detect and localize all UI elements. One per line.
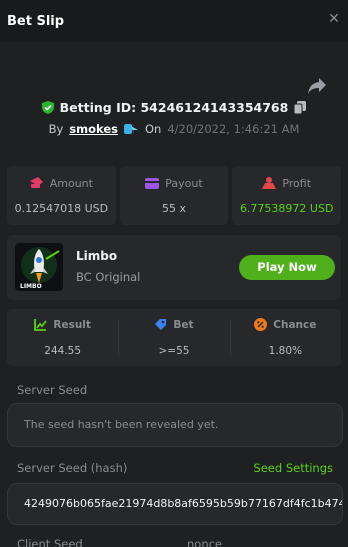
by-label: By [48,122,64,136]
detail-label: Chance [273,318,317,331]
user-badge-icon [124,124,138,134]
server-seed-label: Server Seed [17,383,88,397]
detail-value: 244.55 [44,345,82,357]
stat-amount: Amount 0.12547018 USD [7,166,116,225]
rocket-icon: LIMBO [20,247,60,290]
share-icon[interactable] [307,77,327,95]
detail-bet: Bet >=55 [118,309,229,366]
user-link[interactable]: smokes [69,122,118,136]
stat-value: 0.12547018 USD [14,201,109,215]
stat-label: Amount [49,176,93,190]
detail-value: 1.80% [268,345,302,357]
bet-date: 4/20/2022, 1:46:21 AM [167,122,300,136]
on-label: On [145,122,162,136]
close-button[interactable]: ✕ [326,11,342,27]
play-now-button[interactable]: Play Now [239,255,335,280]
payout-icon [145,177,160,189]
page-title: Bet Slip [7,13,65,29]
nonce-label: nonce [187,537,223,547]
betting-id: Betting ID: 54246124143354768 [0,100,348,115]
chance-icon [254,318,268,331]
copy-icon[interactable] [294,101,307,114]
server-seed-hash-field[interactable]: 4249076b065fae21974d8b8af6595b59b77167df… [7,483,343,525]
game-provider: BC Original [76,270,141,284]
stat-label: Payout [165,176,203,190]
server-seed-hash-value: 4249076b065fae21974d8b8af6595b59b77167df… [24,497,343,510]
detail-label: Bet [173,318,194,331]
amount-icon [29,177,43,188]
stat-payout: Payout 55 x [119,166,229,225]
detail-chance: Chance 1.80% [229,309,341,366]
game-name: Limbo [76,249,118,263]
bet-author: By smokes On 4/20/2022, 1:46:21 AM [0,122,348,136]
bet-details: Result 244.55 Bet >=55 Chance 1.80% [7,309,341,366]
shield-check-icon [41,101,54,114]
header: Bet Slip [0,0,348,42]
stat-profit: Profit 6.77538972 USD [232,166,342,225]
game-thumbnail[interactable]: LIMBO [15,243,63,291]
server-seed-field: The seed hasn't been revealed yet. [7,403,343,447]
bet-icon [155,319,167,330]
stat-value: 6.77538972 USD [239,201,334,215]
client-seed-label: Client Seed [17,537,83,547]
result-icon [34,319,48,331]
bet-stats: Amount 0.12547018 USD Payout 55 x Profit… [7,166,342,225]
detail-label: Result [53,318,91,331]
seed-settings-link[interactable]: Seed Settings [253,461,333,475]
thumb-text: LIMBO [20,283,42,290]
game-card: LIMBO Limbo BC Original Play Now [7,235,341,300]
betting-id-text: Betting ID: 54246124143354768 [59,100,289,115]
detail-result: Result 244.55 [7,309,118,366]
server-seed-hash-label: Server Seed (hash) [17,461,128,475]
profit-icon [262,177,277,189]
detail-value: >=55 [158,345,190,357]
server-seed-value: The seed hasn't been revealed yet. [24,418,219,431]
stat-label: Profit [282,176,312,190]
stat-value: 55 x [162,201,187,215]
